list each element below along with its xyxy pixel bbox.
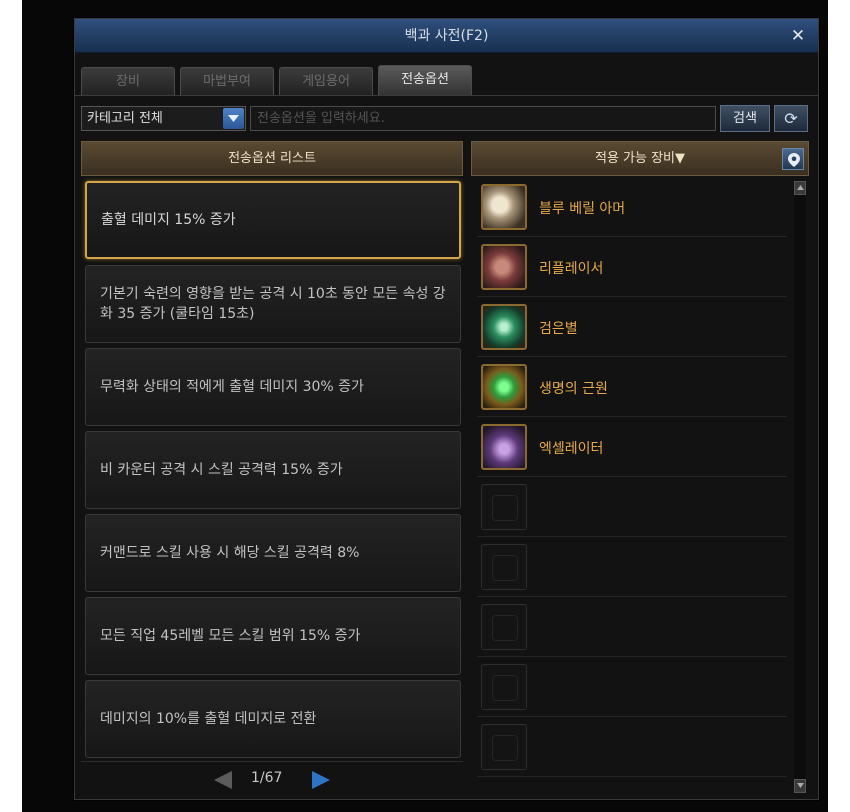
tab-enchant[interactable]: 마법부여 [180,67,274,95]
empty-slot-icon [481,724,527,770]
black-star-icon [481,304,527,350]
category-dropdown[interactable]: 카테고리 전체 [81,106,246,131]
options-list-header: 전송옵션 리스트 [81,141,463,176]
equipment-item[interactable]: 블루 베릴 아머 [477,179,787,237]
empty-slot-icon [481,544,527,590]
option-item[interactable]: 기본기 숙련의 영향을 받는 공격 시 10초 동안 모든 속성 강화 35 증… [85,265,461,343]
dropdown-arrow-icon[interactable] [223,108,244,129]
equipment-sort-header[interactable]: 적용 가능 장비▼ [471,141,809,176]
scroll-down-icon[interactable] [794,779,806,793]
option-item[interactable]: 무력화 상태의 적에게 출혈 데미지 30% 증가 [85,348,461,426]
option-text: 무력화 상태의 적에게 출혈 데미지 30% 증가 [100,379,364,395]
option-text: 모든 직업 45레벨 모든 스킬 범위 15% 증가 [100,628,361,644]
empty-slot [477,539,787,597]
accelerator-icon [481,424,527,470]
option-item[interactable]: 데미지의 10%를 출혈 데미지로 전환 [85,680,461,758]
refresh-icon: ⟳ [784,109,798,128]
replacer-icon [481,244,527,290]
tab-divider [75,95,818,96]
equipment-name: 리플레이서 [539,261,604,277]
empty-slot [477,659,787,717]
empty-slot-icon [481,604,527,650]
page-indicator: 1/67 [251,770,283,786]
applicable-equipment-list: 블루 베릴 아머 리플레이서 검은별 생명의 근원 엑셀레이터 [471,179,809,795]
category-value: 카테고리 전체 [87,111,163,126]
equipment-header-label: 적용 가능 장비▼ [594,151,686,166]
prev-page-arrow-icon[interactable] [214,771,232,789]
screen-background: 백과 사전(F2) ✕ 장비 마법부여 게임용어 전송옵션 카테고리 전체 검색… [22,0,828,812]
option-item[interactable]: 출혈 데미지 15% 증가 [85,181,461,259]
title-bar[interactable]: 백과 사전(F2) ✕ [75,19,818,53]
option-item[interactable]: 모든 직업 45레벨 모든 스킬 범위 15% 증가 [85,597,461,675]
search-button[interactable]: 검색 [720,105,770,132]
window-title: 백과 사전(F2) [404,28,489,44]
location-pin-icon[interactable] [782,148,804,170]
empty-slot-icon [481,664,527,710]
next-page-arrow-icon[interactable] [312,771,330,789]
option-text: 기본기 숙련의 영향을 받는 공격 시 10초 동안 모든 속성 강화 35 증… [100,286,446,322]
empty-slot-icon [481,484,527,530]
option-text: 출혈 데미지 15% 증가 [101,212,236,228]
empty-slot [477,479,787,537]
equipment-item[interactable]: 엑셀레이터 [477,419,787,477]
option-text: 커맨드로 스킬 사용 시 해당 스킬 공격력 8% [100,545,360,561]
scroll-up-icon[interactable] [794,181,806,195]
option-text: 데미지의 10%를 출혈 데미지로 전환 [100,711,317,727]
blue-beryl-armor-icon [481,184,527,230]
close-icon[interactable]: ✕ [788,26,808,46]
empty-slot [477,599,787,657]
tab-transfer-options[interactable]: 전송옵션 [378,65,472,95]
encyclopedia-window: 백과 사전(F2) ✕ 장비 마법부여 게임용어 전송옵션 카테고리 전체 검색… [74,18,819,800]
refresh-button[interactable]: ⟳ [774,105,808,132]
pagination: 1/67 [81,761,463,795]
tab-game-terms[interactable]: 게임용어 [279,67,373,95]
equipment-name: 엑셀레이터 [539,441,604,457]
option-text: 비 카운터 공격 시 스킬 공격력 15% 증가 [100,462,343,478]
search-input[interactable] [250,106,716,131]
equipment-name: 블루 베릴 아머 [539,201,626,217]
option-item[interactable]: 비 카운터 공격 시 스킬 공격력 15% 증가 [85,431,461,509]
empty-slot [477,719,787,777]
equipment-name: 생명의 근원 [539,381,608,397]
equipment-item[interactable]: 생명의 근원 [477,359,787,417]
option-item[interactable]: 커맨드로 스킬 사용 시 해당 스킬 공격력 8% [85,514,461,592]
equipment-item[interactable]: 리플레이서 [477,239,787,297]
equipment-name: 검은별 [539,321,578,337]
equipment-scrollbar[interactable] [794,181,806,793]
source-of-life-icon [481,364,527,410]
equipment-item[interactable]: 검은별 [477,299,787,357]
tab-equipment[interactable]: 장비 [81,67,175,95]
